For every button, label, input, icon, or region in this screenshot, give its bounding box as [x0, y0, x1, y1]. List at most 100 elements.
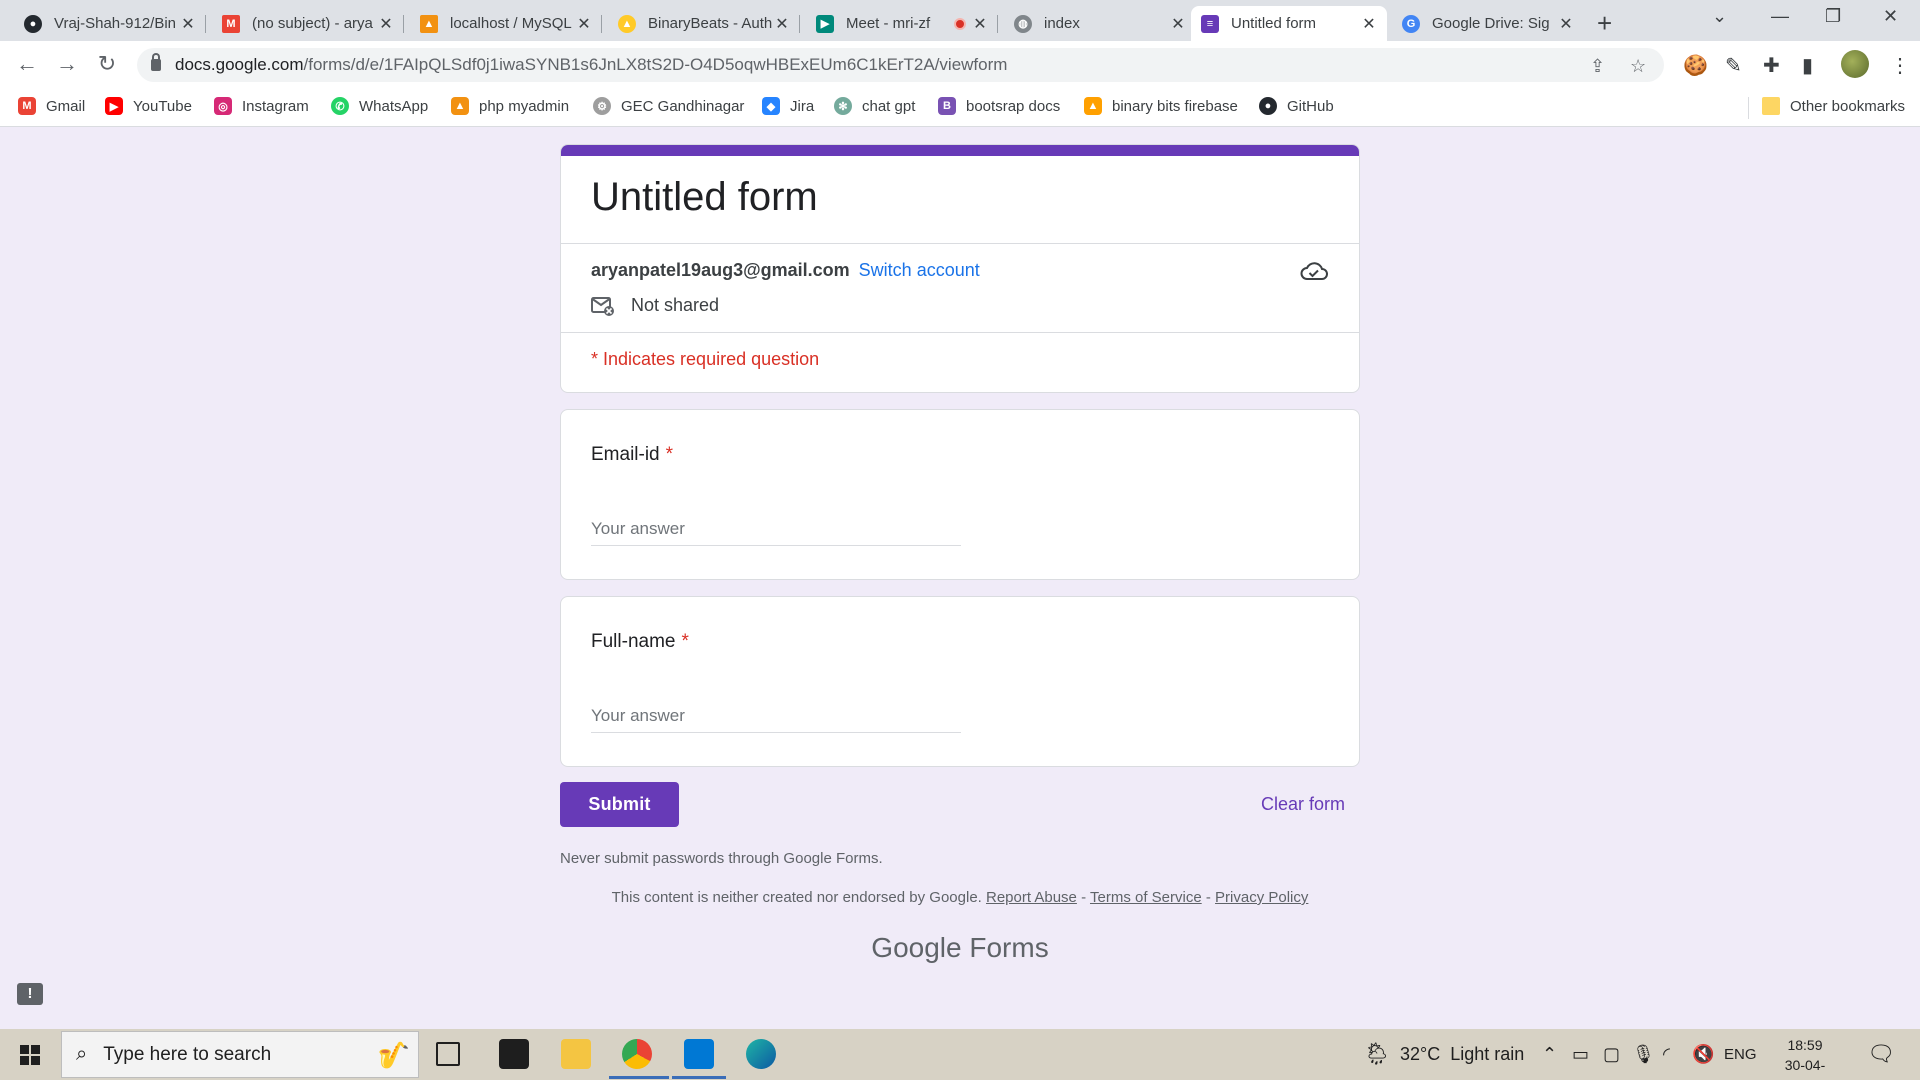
close-tab-icon[interactable]: ✕ — [1558, 14, 1574, 34]
cookie-extension-icon[interactable]: 🍪 — [1683, 53, 1708, 78]
bookmark-whatsapp[interactable]: ✆ WhatsApp — [331, 97, 428, 115]
tab-binarybeats[interactable]: ▲ BinaryBeats - Auth ✕ — [608, 6, 800, 41]
vscode-icon[interactable] — [684, 1039, 714, 1069]
side-panel-icon[interactable]: ▮ — [1802, 53, 1813, 78]
switch-account-link[interactable]: Switch account — [859, 260, 980, 280]
close-tab-icon[interactable]: ✕ — [180, 14, 196, 34]
bookmark-phpmyadmin[interactable]: ▲ php myadmin — [451, 97, 569, 115]
back-button[interactable]: ← — [12, 51, 42, 77]
tab-untitled-form[interactable]: ≡ Untitled form ✕ — [1191, 6, 1387, 41]
profile-avatar[interactable] — [1841, 50, 1869, 78]
bookmark-other[interactable]: Other bookmarks — [1762, 97, 1905, 115]
full-name-field[interactable] — [591, 699, 961, 733]
share-icon[interactable]: ⇪ — [1590, 56, 1605, 77]
chrome-icon[interactable] — [622, 1039, 652, 1069]
volume-muted-icon[interactable]: 🔇 — [1692, 1044, 1714, 1065]
form-accent-bar — [561, 145, 1359, 156]
close-tab-icon[interactable]: ✕ — [576, 14, 592, 34]
question-label-text: Full-name — [591, 631, 676, 652]
close-tab-icon[interactable]: ✕ — [1361, 14, 1377, 34]
extensions-puzzle-icon[interactable]: ✚ — [1763, 53, 1780, 78]
cloud-saved-icon — [1300, 262, 1328, 280]
figma-icon[interactable] — [499, 1039, 529, 1069]
language-indicator[interactable]: ENG — [1724, 1046, 1757, 1063]
form-header-card: Untitled form aryanpatel19aug3@gmail.com… — [560, 144, 1360, 393]
file-explorer-icon[interactable] — [561, 1039, 591, 1069]
meet-icon: ▶ — [816, 14, 834, 33]
bookmark-label: Other bookmarks — [1790, 97, 1906, 115]
battery-icon[interactable]: ▭ — [1572, 1044, 1589, 1065]
bookmark-firebase[interactable]: ▲ binary bits firebase — [1084, 97, 1238, 115]
bookmark-jira[interactable]: ◆ Jira — [762, 97, 814, 115]
bookmark-gec[interactable]: ⚙ GEC Gandhinagar — [593, 97, 744, 115]
new-tab-button[interactable]: + — [1597, 8, 1612, 39]
report-problem-icon[interactable]: ! — [17, 983, 43, 1005]
close-tab-icon[interactable]: ✕ — [1170, 14, 1186, 34]
taskbar-search-placeholder: Type here to search — [103, 1043, 272, 1065]
gmail-icon: M — [18, 97, 36, 115]
tab-google-drive[interactable]: G Google Drive: Sig ✕ — [1392, 6, 1584, 41]
google-forms-logo[interactable]: Google Forms — [560, 932, 1360, 964]
openai-icon: ✻ — [834, 97, 852, 115]
weather-temp: 32°C — [1400, 1044, 1441, 1064]
bookmark-instagram[interactable]: ◎ Instagram — [214, 97, 309, 115]
system-clock[interactable]: 18:59 30-04-2023 — [1770, 1035, 1840, 1080]
required-asterisk: * — [681, 631, 689, 652]
github-icon: ● — [24, 14, 42, 33]
windows-start-icon[interactable] — [20, 1045, 40, 1065]
required-note: * Indicates required question — [591, 349, 820, 369]
tab-github[interactable]: ● Vraj-Shah-912/Bin ✕ — [14, 6, 206, 41]
clear-form-button[interactable]: Clear form — [1261, 794, 1345, 815]
menu-dots-icon[interactable]: ⋮ — [1890, 53, 1910, 78]
tab-meet[interactable]: ▶ Meet - mri-zf ✕ — [806, 6, 998, 41]
close-window-button[interactable]: ✕ — [1883, 6, 1898, 27]
bookmark-youtube[interactable]: ▶ YouTube — [105, 97, 192, 115]
forward-button[interactable]: → — [52, 51, 82, 77]
tab-phpmyadmin[interactable]: ▲ localhost / MySQL ✕ — [410, 6, 602, 41]
show-hidden-icons[interactable]: ⌃ — [1542, 1044, 1557, 1065]
tab-index[interactable]: ◍ index ✕ — [1004, 6, 1196, 41]
bookmark-gmail[interactable]: M Gmail — [18, 97, 85, 115]
forms-icon: ≡ — [1201, 14, 1219, 33]
minimize-button[interactable]: — — [1771, 6, 1789, 27]
tab-gmail[interactable]: M (no subject) - arya ✕ — [212, 6, 404, 41]
tab-search-icon[interactable]: ⌄ — [1712, 6, 1727, 27]
tab-title: Untitled form — [1231, 15, 1317, 32]
close-tab-icon[interactable]: ✕ — [774, 14, 790, 34]
reload-button[interactable]: ↻ — [92, 51, 122, 77]
bookmark-bootstrap[interactable]: Bbootsrap docs — [938, 97, 1060, 115]
folder-icon — [1762, 97, 1780, 115]
edit-extension-icon[interactable]: ✎ — [1725, 53, 1742, 78]
browser-toolbar: ← → ↻ docs.google.com/forms/d/e/1FAIpQLS… — [0, 41, 1920, 89]
bookmark-star-icon[interactable]: ☆ — [1630, 56, 1646, 77]
question-card-fullname: Full-name * — [560, 596, 1360, 767]
bookmark-chatgpt[interactable]: ✻ chat gpt — [834, 97, 915, 115]
privacy-link[interactable]: Privacy Policy — [1215, 889, 1308, 906]
question-card-email: Email-id * — [560, 409, 1360, 580]
microphone-icon[interactable]: 🎙 — [1632, 1044, 1655, 1065]
phpmyadmin-icon: ▲ — [451, 97, 469, 115]
report-abuse-link[interactable]: Report Abuse — [986, 889, 1077, 906]
wifi-icon[interactable]: ◜ — [1663, 1044, 1670, 1065]
legal-separator: - — [1205, 889, 1211, 906]
taskbar-search[interactable]: ⌕ Type here to search 🎷 — [61, 1031, 419, 1078]
weather-widget[interactable]: 32°C Light rain — [1400, 1044, 1524, 1065]
task-view-icon[interactable] — [436, 1042, 460, 1066]
bookmark-label: bootsrap docs — [966, 97, 1061, 115]
close-tab-icon[interactable]: ✕ — [972, 14, 988, 34]
terms-link[interactable]: Terms of Service — [1090, 889, 1202, 906]
restore-button[interactable]: ❐ — [1825, 6, 1841, 27]
notifications-icon[interactable]: 🗨 — [1867, 1041, 1895, 1067]
weather-icon[interactable]: 🌦 — [1363, 1041, 1391, 1067]
url-path: /forms/d/e/1FAIpQLSdf0j1iwaSYNB1s6JnLX8t… — [303, 55, 1008, 74]
edge-icon[interactable] — [746, 1039, 776, 1069]
search-highlight-icon: 🎷 — [377, 1040, 410, 1070]
submit-button[interactable]: Submit — [560, 782, 679, 827]
device-icon[interactable]: ▢ — [1603, 1044, 1620, 1065]
lock-icon[interactable] — [151, 53, 161, 71]
close-tab-icon[interactable]: ✕ — [378, 14, 394, 34]
address-bar[interactable]: docs.google.com/forms/d/e/1FAIpQLSdf0j1i… — [137, 48, 1664, 82]
bookmark-github[interactable]: ● GitHub — [1259, 97, 1334, 115]
share-status-text: Not shared — [631, 295, 720, 315]
email-field[interactable] — [591, 512, 961, 546]
